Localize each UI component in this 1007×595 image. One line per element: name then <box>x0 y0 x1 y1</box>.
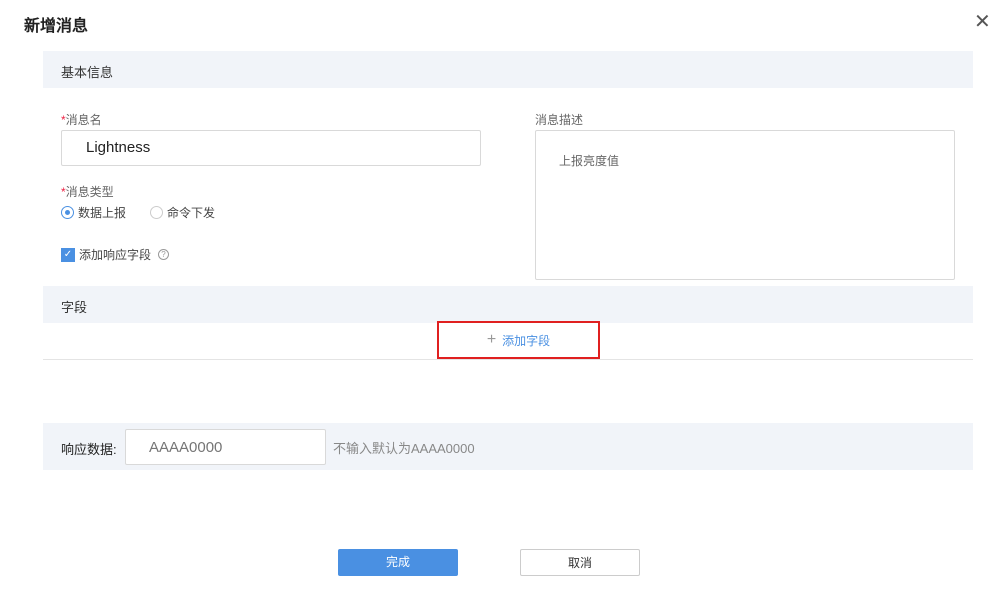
cancel-button[interactable]: 取消 <box>520 549 640 576</box>
radio-label: 数据上报 <box>78 206 127 220</box>
section-title: 字段 <box>61 300 88 315</box>
description-textarea[interactable]: 上报亮度值 <box>535 130 955 280</box>
divider <box>43 359 973 360</box>
response-data-input[interactable] <box>125 429 326 465</box>
plus-icon: + <box>486 331 497 348</box>
radio-data-report[interactable]: 数据上报 <box>61 204 126 221</box>
message-type-label: *消息类型 <box>61 183 114 200</box>
label-text: 消息类型 <box>65 185 114 199</box>
fields-header: 字段 <box>43 286 973 323</box>
dialog-title: 新增消息 <box>24 18 89 35</box>
radio-command-send[interactable]: 命令下发 <box>150 204 215 221</box>
basic-info-header: 基本信息 <box>43 51 973 88</box>
radio-label: 命令下发 <box>167 206 216 220</box>
help-icon[interactable]: ? <box>158 249 170 260</box>
description-label: 消息描述 <box>535 113 584 127</box>
add-response-field-checkbox[interactable]: ✓ 添加响应字段 ? <box>61 246 170 263</box>
checkbox-label: 添加响应字段 <box>79 248 152 262</box>
add-field-label: 添加字段 <box>502 333 551 348</box>
section-title: 基本信息 <box>61 65 114 80</box>
label-text: 消息名 <box>65 113 102 127</box>
message-name-input[interactable]: Lightness <box>61 130 481 166</box>
message-name-label: *消息名 <box>61 111 102 128</box>
ok-button[interactable]: 完成 <box>338 549 458 576</box>
add-field-button[interactable]: + 添加字段 <box>437 321 600 359</box>
response-data-hint: 不输入默认为AAAA0000 <box>333 441 475 456</box>
radio-selected-icon <box>61 206 74 219</box>
checkbox-checked-icon: ✓ <box>61 247 75 262</box>
response-data-label: 响应数据: <box>61 442 117 457</box>
radio-icon <box>150 206 163 219</box>
close-icon[interactable]: ✕ <box>974 12 991 32</box>
